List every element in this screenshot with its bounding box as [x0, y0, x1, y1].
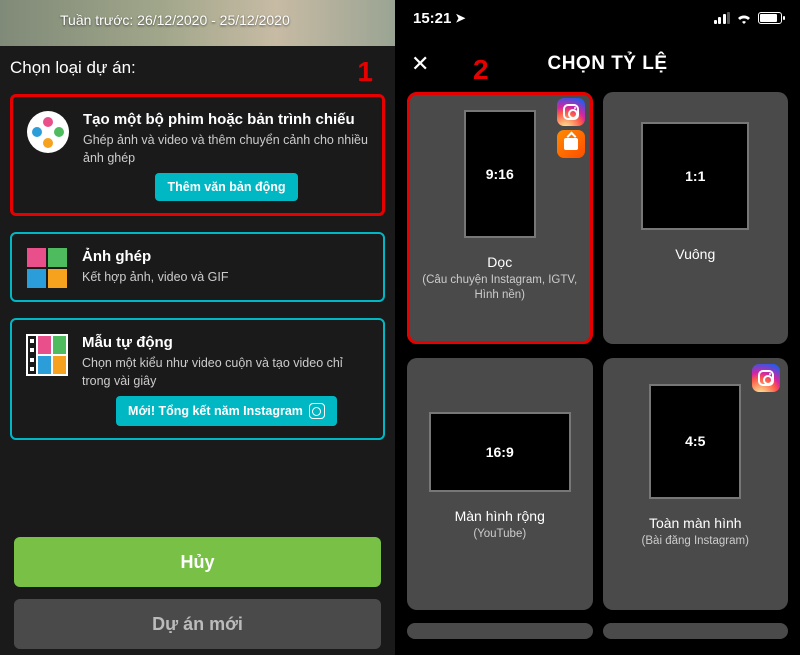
badge-instagram-recap[interactable]: Mới! Tổng kết năm Instagram [116, 396, 337, 426]
right-pane-choose-ratio: 15:21 ➤ ✕ CHỌN TỶ LỆ 2 9:16 Dọc (Câu chu… [395, 0, 800, 655]
ratio-label: 16:9 [486, 444, 514, 460]
option-collage[interactable]: Ảnh ghép Kết hợp ảnh, video và GIF [10, 232, 385, 302]
section-title: Chọn loại dự án: [0, 46, 395, 86]
ratio-subtitle: (Câu chuyện Instagram, IGTV, Hình nền) [407, 273, 593, 303]
badge-animated-text[interactable]: Thêm văn bản động [155, 173, 297, 201]
ratio-preview: 16:9 [429, 412, 571, 492]
collage-icon [24, 248, 70, 288]
option-title: Ảnh ghép [82, 248, 371, 265]
option-desc: Kết hợp ảnh, video và GIF [82, 269, 371, 287]
ratio-wide-169[interactable]: 16:9 Màn hình rộng (YouTube) [407, 358, 593, 610]
ratio-title: CHỌN TỶ LỆ [461, 53, 754, 75]
close-icon[interactable]: ✕ [411, 51, 441, 77]
header-banner: Tuần trước: 26/12/2020 - 25/12/2020 [0, 0, 395, 46]
instagram-icon [309, 403, 325, 419]
ratio-card-partial[interactable] [603, 623, 789, 639]
ratio-fullscreen-45[interactable]: 4:5 Toàn màn hình (Bài đăng Instagram) [603, 358, 789, 610]
ratio-name: Màn hình rộng [455, 508, 545, 524]
ratio-name: Toàn màn hình [649, 515, 742, 531]
annotation-number-2: 2 [473, 54, 489, 86]
cancel-label: Hủy [180, 552, 214, 573]
ratio-portrait-916[interactable]: 9:16 Dọc (Câu chuyện Instagram, IGTV, Hì… [407, 92, 593, 344]
option-auto-template[interactable]: Mẫu tự động Chọn một kiểu như video cuộn… [10, 318, 385, 440]
option-title: Mẫu tự động [82, 334, 371, 351]
option-movie-slideshow[interactable]: Tạo một bộ phim hoặc bản trình chiếu Ghé… [10, 94, 385, 216]
ratio-header: ✕ CHỌN TỶ LỆ 2 [395, 36, 800, 92]
option-desc: Ghép ảnh và video và thêm chuyển cảnh ch… [83, 132, 370, 167]
badge-label: Thêm văn bản động [167, 180, 285, 194]
ratio-preview: 9:16 [464, 110, 536, 238]
left-pane-project-type: Tuần trước: 26/12/2020 - 25/12/2020 Chọn… [0, 0, 395, 655]
ratio-square-11[interactable]: 1:1 Vuông [603, 92, 789, 344]
ratio-subtitle: (YouTube) [463, 527, 536, 542]
ratio-grid: 9:16 Dọc (Câu chuyện Instagram, IGTV, Hì… [395, 92, 800, 655]
banner-date-text: Tuần trước: 26/12/2020 - 25/12/2020 [60, 12, 290, 28]
status-bar: 15:21 ➤ [395, 0, 800, 36]
ratio-card-partial[interactable] [407, 623, 593, 639]
ratio-label: 1:1 [685, 168, 705, 184]
instagram-icon [752, 364, 780, 392]
ratio-name: Vuông [675, 246, 715, 262]
annotation-number-1: 1 [357, 56, 373, 88]
signal-icon [714, 12, 731, 24]
ratio-label: 9:16 [486, 166, 514, 182]
status-time: 15:21 [413, 10, 451, 27]
option-desc: Chọn một kiểu như video cuộn và tạo vide… [82, 355, 371, 390]
location-arrow-icon: ➤ [455, 11, 465, 25]
cancel-button[interactable]: Hủy [14, 537, 381, 587]
ratio-name: Dọc [487, 254, 512, 270]
ratio-subtitle: (Bài đăng Instagram) [632, 534, 759, 549]
option-title: Tạo một bộ phim hoặc bản trình chiếu [83, 111, 370, 128]
battery-icon [758, 12, 782, 24]
template-icon [24, 334, 70, 426]
new-project-label: Dự án mới [152, 614, 243, 635]
igtv-icon [557, 130, 585, 158]
wifi-icon [736, 12, 752, 24]
new-project-button[interactable]: Dự án mới [14, 599, 381, 649]
badge-label: Mới! Tổng kết năm Instagram [128, 404, 303, 418]
instagram-icon [557, 98, 585, 126]
ratio-label: 4:5 [685, 433, 705, 449]
ratio-preview: 1:1 [641, 122, 749, 230]
ratio-preview: 4:5 [649, 384, 741, 499]
film-reel-icon [25, 111, 71, 201]
